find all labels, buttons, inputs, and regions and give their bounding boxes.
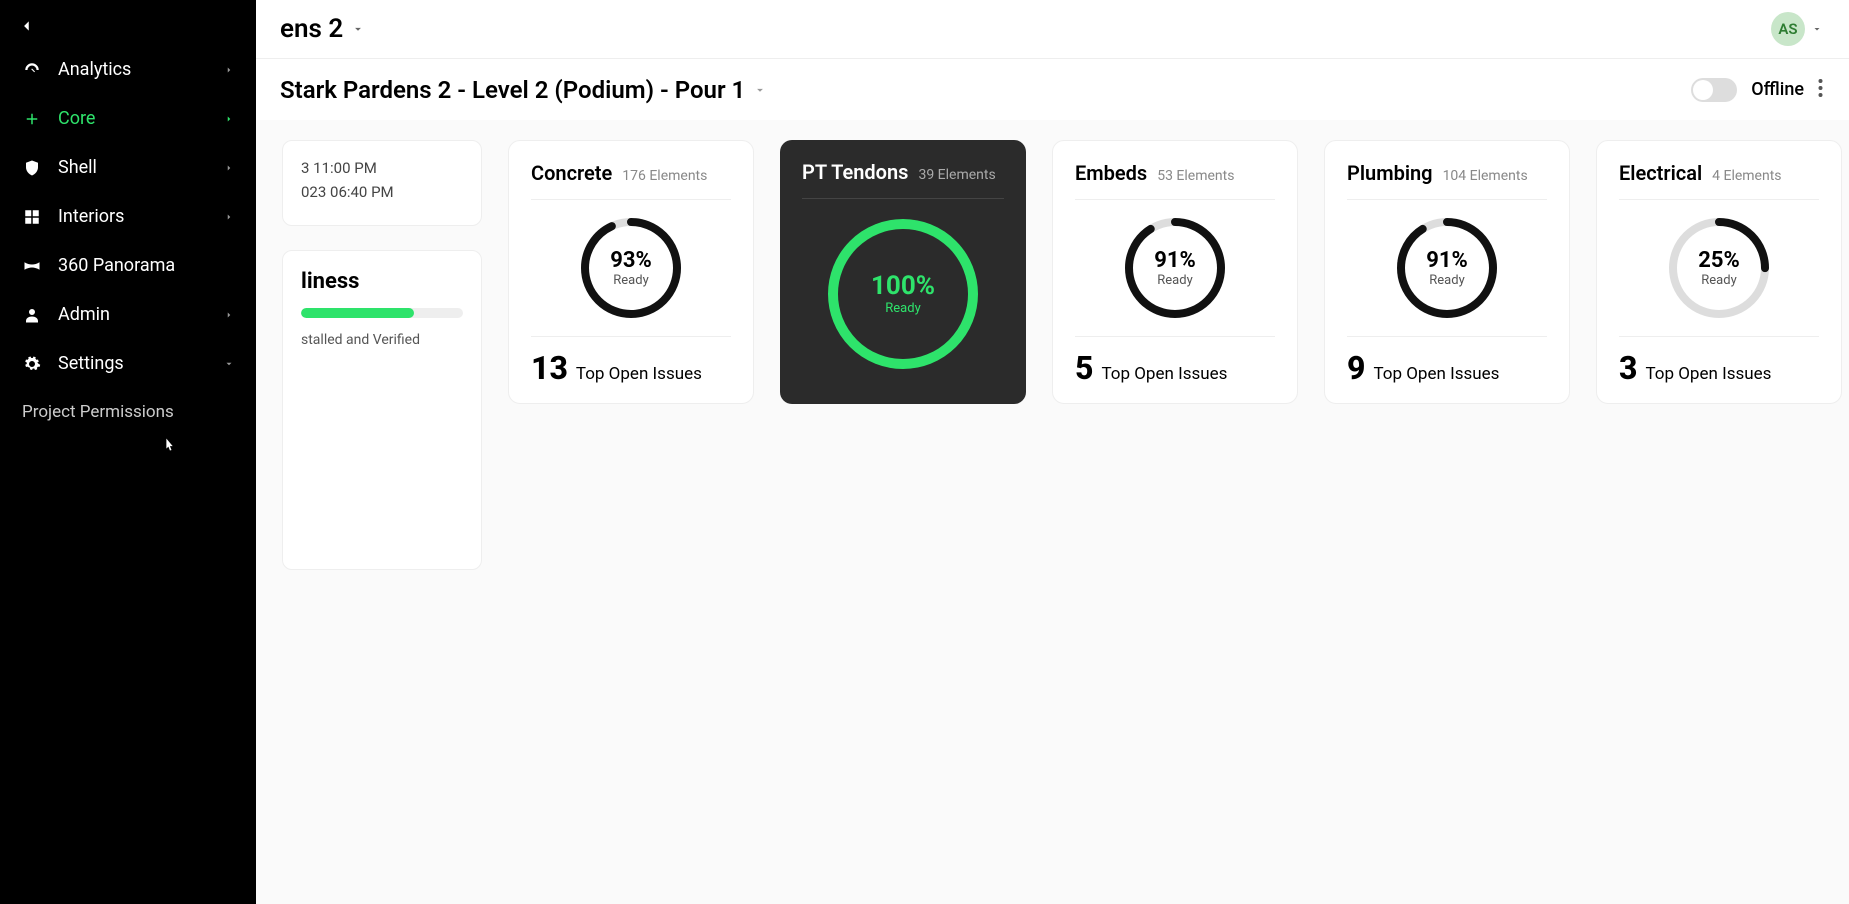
sidebar-item-shell[interactable]: Shell [0,143,256,192]
content-area: 3 11:00 PM 023 06:40 PM liness stalled a… [256,120,1849,904]
chevron-down-icon [351,22,365,36]
avatar: AS [1771,12,1805,46]
chevron-down-icon [753,83,767,97]
card-elements-count: 39 Elements [918,167,995,183]
status-card-pt-tendons[interactable]: PT Tendons39 Elements100%Ready0 [780,140,1026,404]
status-card-plumbing[interactable]: Plumbing 104 Elements 91%Ready 9 Top Open Is… [1324,140,1570,404]
shield-icon [22,158,42,178]
readiness-card: liness stalled and Verified [282,250,482,570]
issues-label: Top Open Issues [576,364,702,384]
sidebar-back-button[interactable] [0,10,256,45]
info-line-1: 3 11:00 PM [301,159,463,177]
readiness-ring: 91%Ready [1347,200,1547,336]
gear-icon [22,354,42,374]
sidebar-item-interiors[interactable]: Interiors [0,192,256,241]
chevron-down-icon [224,353,234,374]
plus-icon [22,109,42,129]
status-card-embeds[interactable]: Embeds 53 Elements 91%Ready 5 Top Open Issue… [1052,140,1298,404]
card-title: Electrical [1619,161,1702,185]
issues-label: Top Open Issues [1101,364,1227,384]
offline-toggle[interactable] [1691,78,1737,102]
breadcrumb: Stark Pardens 2 - Level 2 (Podium) - Pou… [280,76,745,104]
chevron-right-icon [224,206,234,227]
offline-label: Offline [1751,79,1804,100]
issues-count: 13 [531,349,568,387]
chevron-right-icon [224,59,234,80]
sidebar-item-label: 360 Panorama [58,255,175,276]
readiness-ring: 25%Ready [1619,200,1819,336]
readiness-caption: stalled and Verified [301,332,463,348]
readiness-ring: 93%Ready [531,200,731,336]
user-menu[interactable]: AS [1771,12,1823,46]
sidebar: Analytics Core Shell Interiors 360 Panorama A… [0,0,256,904]
sidebar-item-label: Admin [58,304,110,325]
sidebar-item-project-permissions[interactable]: Project Permissions [0,388,256,436]
readiness-ring: 91%Ready [1075,200,1275,336]
grid-icon [22,207,42,227]
card-elements-count: 176 Elements [622,168,707,184]
breadcrumb-bar: Stark Pardens 2 - Level 2 (Podium) - Pou… [0,58,1849,120]
issues-count: 9 [1347,349,1365,387]
more-menu-button[interactable] [1818,78,1823,102]
issues-count: 5 [1075,349,1093,387]
sidebar-item-label: Core [58,108,95,129]
chevron-right-icon [224,304,234,325]
card-title: Plumbing [1347,161,1433,185]
status-card-electrical[interactable]: Electrical 4 Elements 25%Ready 3 Top Open Is… [1596,140,1842,404]
card-elements-count: 104 Elements [1443,168,1528,184]
sidebar-item-label: Settings [58,353,124,374]
issues-label: Top Open Issues [1645,364,1771,384]
card-title: Embeds [1075,161,1147,185]
kebab-icon [1818,78,1823,98]
issues-count: 3 [1619,349,1637,387]
user-icon [22,305,42,325]
sidebar-item-settings[interactable]: Settings [0,339,256,388]
sidebar-item-label: Analytics [58,59,131,80]
chevron-right-icon [224,108,234,129]
card-elements-count: 53 Elements [1157,168,1234,184]
card-title: Concrete [531,161,612,185]
issues-label: Top Open Issues [1373,364,1499,384]
breadcrumb-dropdown[interactable]: Stark Pardens 2 - Level 2 (Podium) - Pou… [280,76,767,104]
card-title: PT Tendons [802,160,908,184]
sidebar-item-label: Shell [58,157,97,178]
project-title: ens 2 [280,14,343,44]
chevron-right-icon [224,157,234,178]
sidebar-item-core[interactable]: Core [0,94,256,143]
chevron-down-icon [1811,23,1823,35]
pano-icon [22,256,42,276]
back-arrow-icon [20,19,34,33]
project-title-dropdown[interactable]: ens 2 [280,14,365,44]
sidebar-item-360-panorama[interactable]: 360 Panorama [0,241,256,290]
sidebar-item-admin[interactable]: Admin [0,290,256,339]
readiness-ring: 100%Ready [802,199,1004,388]
status-card-concrete[interactable]: Concrete 176 Elements 93%Ready 13 Top Open I… [508,140,754,404]
sidebar-item-label: Interiors [58,206,124,227]
gauge-icon [22,60,42,80]
card-elements-count: 4 Elements [1712,168,1781,184]
readiness-title: liness [301,269,463,294]
readiness-progress-bar [301,308,463,318]
top-bar: ens 2 AS [0,0,1849,58]
sidebar-item-analytics[interactable]: Analytics [0,45,256,94]
info-card: 3 11:00 PM 023 06:40 PM [282,140,482,226]
info-line-2: 023 06:40 PM [301,183,463,201]
